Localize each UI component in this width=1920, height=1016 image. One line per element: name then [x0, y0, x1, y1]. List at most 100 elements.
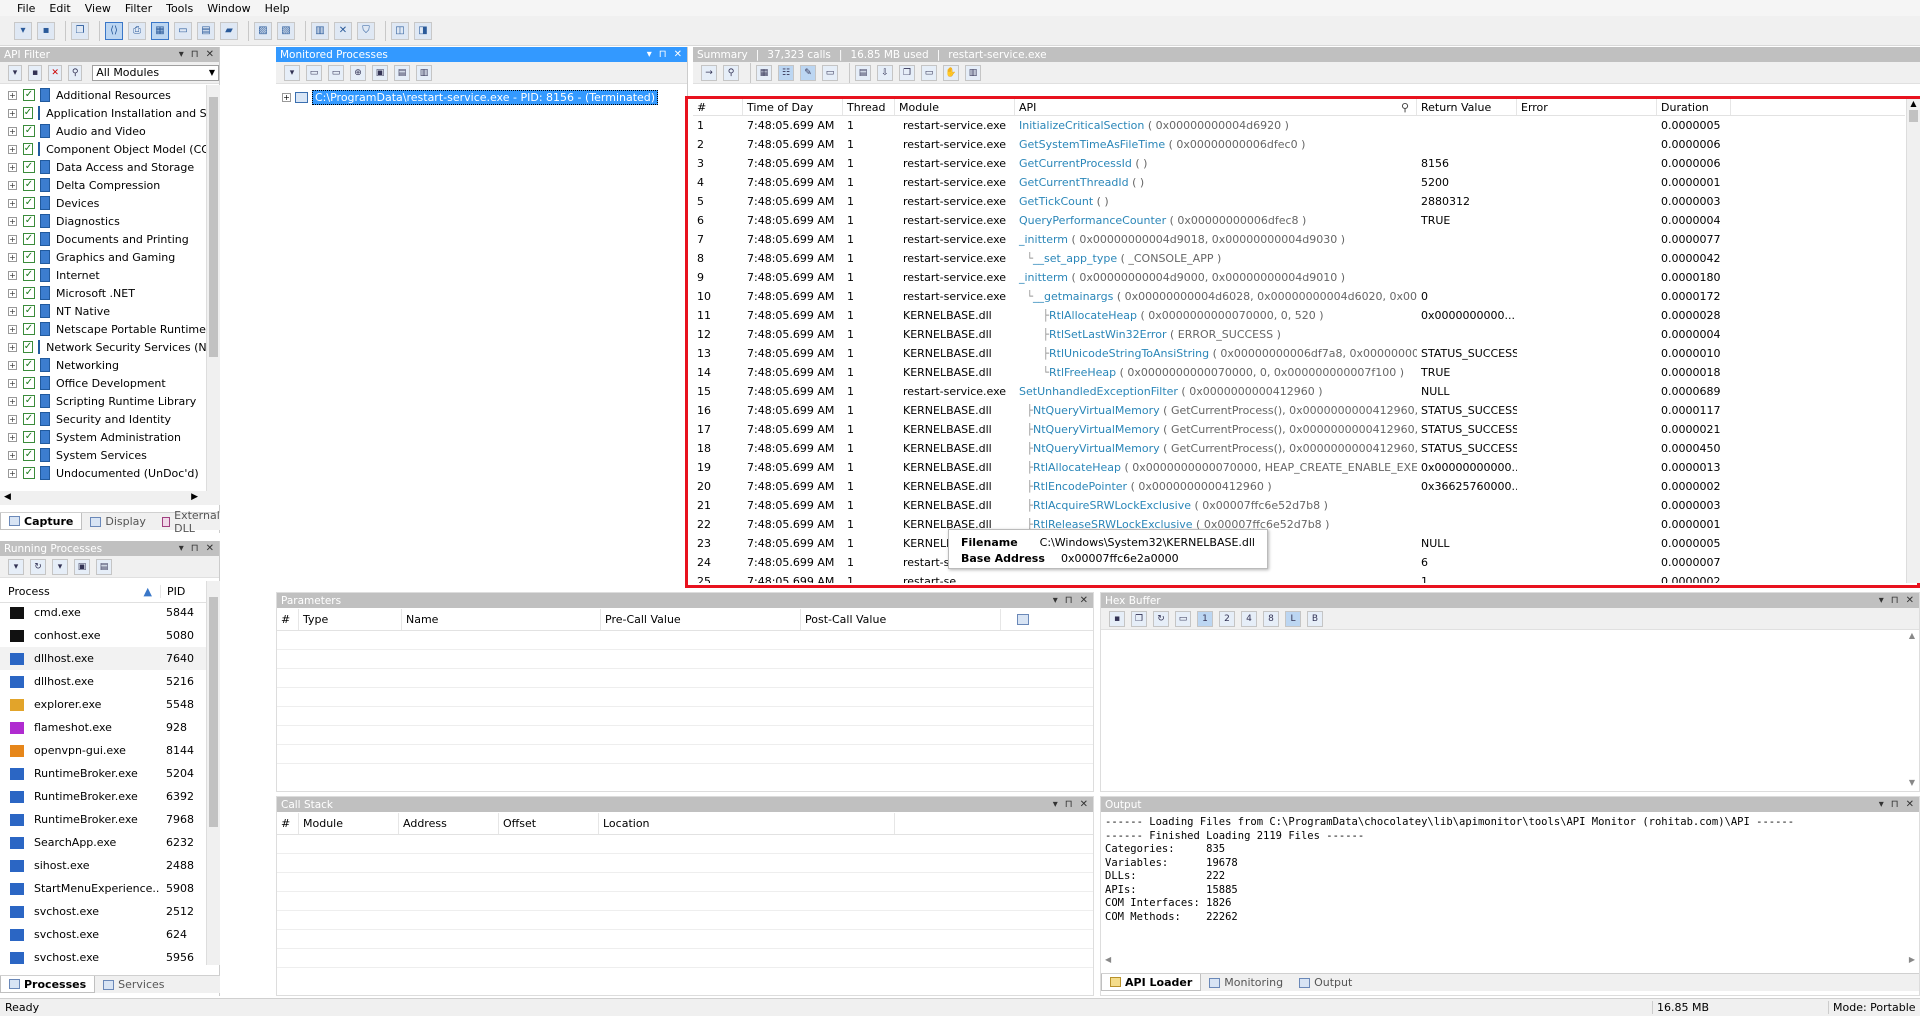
script-icon[interactable]: ◨	[414, 21, 432, 40]
api-name[interactable]: _initterm	[1019, 233, 1068, 246]
api-name[interactable]: GetCurrentProcessId	[1019, 157, 1132, 170]
tab-monitoring[interactable]: Monitoring	[1201, 974, 1291, 991]
call-row[interactable]: 16 7:48:05.699 AM 1 KERNELBASE.dll ├NtQueryV…	[693, 401, 1905, 420]
process-row[interactable]: flameshot.exe 928	[0, 716, 206, 739]
expand-icon[interactable]: +	[8, 216, 17, 226]
process-row[interactable]: explorer.exe 5548	[0, 693, 206, 716]
paste-icon[interactable]: ▭	[921, 64, 937, 81]
columns-icon[interactable]: ▦	[756, 64, 772, 81]
expand-icon[interactable]: +	[8, 306, 17, 316]
expand-icon[interactable]: +	[8, 198, 17, 208]
process-row[interactable]: RuntimeBroker.exe 6392	[0, 785, 206, 808]
checkbox-checked-icon[interactable]: ✓	[23, 323, 35, 335]
goto-icon[interactable]: →	[701, 64, 717, 81]
api-category-item[interactable]: + ✓ Scripting Runtime Library	[0, 392, 206, 410]
calls-col-0[interactable]: #	[693, 99, 743, 115]
save-icon[interactable]: ▪	[1109, 610, 1125, 627]
api-name[interactable]: RtlFreeHeap	[1049, 366, 1116, 379]
api-category-item[interactable]: + ✓ Devices	[0, 194, 206, 212]
call-row[interactable]: 1 7:48:05.699 AM 1 restart-service.exe Initi…	[693, 116, 1905, 135]
expand-icon[interactable]: +	[8, 396, 17, 406]
expand-icon[interactable]: +	[8, 234, 17, 244]
tab-processes[interactable]: Processes	[0, 976, 96, 993]
expand-icon[interactable]: +	[8, 180, 17, 190]
new-process-icon[interactable]: ▾	[284, 64, 300, 81]
api-name[interactable]: RtlAllocateHeap	[1033, 461, 1121, 474]
checkbox-checked-icon[interactable]: ✓	[23, 359, 35, 371]
checkbox-checked-icon[interactable]: ✓	[23, 89, 35, 101]
panel-icon[interactable]: ▭	[822, 64, 838, 81]
layout-icon[interactable]: ▦	[151, 21, 169, 40]
call-row[interactable]: 8 7:48:05.699 AM 1 restart-service.exe └__se…	[693, 249, 1905, 268]
call-api[interactable]: QueryPerformanceCounter ( 0x00000000006d…	[1015, 214, 1417, 227]
api-name[interactable]: InitializeCriticalSection	[1019, 119, 1144, 132]
expand-icon[interactable]: +	[8, 162, 17, 172]
api-category-item[interactable]: + ✓ Documents and Printing	[0, 230, 206, 248]
disabled-icon[interactable]: ▧	[277, 21, 295, 40]
checkbox-checked-icon[interactable]: ✓	[23, 431, 35, 443]
stack-col-location[interactable]: Location	[599, 813, 895, 834]
calls-col-7[interactable]: Duration	[1657, 99, 1731, 115]
checkbox-checked-icon[interactable]: ✓	[22, 107, 34, 119]
pane-menu-icon[interactable]: ▾	[1053, 595, 1058, 606]
calls-col-5[interactable]: Return Value	[1417, 99, 1517, 115]
api-name[interactable]: RtlEncodePointer	[1033, 480, 1127, 493]
calls-scrollbar[interactable]: ▲	[1906, 99, 1920, 583]
close-icon[interactable]: ✕	[1080, 595, 1088, 606]
process-row[interactable]: dllhost.exe 5216	[0, 670, 206, 693]
api-name[interactable]: RtlAcquireSRWLockExclusive	[1033, 499, 1191, 512]
table-icon[interactable]: ▥	[311, 21, 329, 40]
hex-scrollbar[interactable]: ▲ ▼	[1905, 631, 1919, 791]
checkbox-checked-icon[interactable]: ✓	[23, 233, 35, 245]
api-name[interactable]: NtQueryVirtualMemory	[1033, 423, 1160, 436]
checkbox-checked-icon[interactable]: ✓	[23, 449, 35, 461]
call-row[interactable]: 14 7:48:05.699 AM 1 KERNELBASE.dll └RtlFree…	[693, 363, 1905, 382]
call-row[interactable]: 18 7:48:05.699 AM 1 KERNELBASE.dll ├NtQueryV…	[693, 439, 1905, 458]
expand-icon[interactable]: +	[8, 288, 17, 298]
tab-capture[interactable]: Capture	[0, 513, 83, 530]
call-api[interactable]: ├RtlAllocateHeap ( 0x0000000000070000, H…	[1015, 461, 1417, 474]
api-name[interactable]: NtQueryVirtualMemory	[1033, 404, 1160, 417]
process-row[interactable]: conhost.exe 5080	[0, 624, 206, 647]
checkbox-checked-icon[interactable]: ✓	[22, 341, 34, 353]
process-scrollbar[interactable]	[206, 581, 220, 965]
process-row[interactable]: RuntimeBroker.exe 5204	[0, 762, 206, 785]
tree-view-icon[interactable]: ☷	[778, 64, 794, 81]
call-row[interactable]: 12 7:48:05.699 AM 1 KERNELBASE.dll ├RtlSetL…	[693, 325, 1905, 344]
pin-icon[interactable]: ⊓	[191, 49, 199, 60]
hook-icon[interactable]: ▣	[372, 64, 388, 81]
copy-icon[interactable]: ❐	[71, 21, 89, 40]
api-name[interactable]: RtlAllocateHeap	[1049, 309, 1137, 322]
expand-icon[interactable]: +	[8, 126, 17, 136]
api-category-item[interactable]: + ✓ Networking	[0, 356, 206, 374]
expand-icon[interactable]: +	[8, 360, 17, 370]
menu-edit[interactable]: Edit	[49, 2, 78, 15]
param-col-pre[interactable]: Pre-Call Value	[601, 609, 801, 630]
tree-horizontal-scrollbar[interactable]: ◀ ▶	[0, 491, 220, 505]
refresh-icon[interactable]: ↻	[1153, 610, 1169, 627]
api-category-item[interactable]: + ✓ Delta Compression	[0, 176, 206, 194]
expand-icon[interactable]: +	[8, 270, 17, 280]
checkbox-checked-icon[interactable]: ✓	[22, 143, 34, 155]
target-icon[interactable]: ⊕	[350, 64, 366, 81]
process-row[interactable]: svchost.exe 624	[0, 923, 206, 946]
clear-icon[interactable]: ▥	[416, 64, 432, 81]
pane-menu-icon[interactable]: ▾	[1879, 799, 1884, 810]
call-api[interactable]: ├RtlAllocateHeap ( 0x0000000000070000, 0…	[1015, 309, 1417, 322]
tab-display[interactable]: Display	[82, 513, 154, 530]
properties-icon[interactable]: ▤	[96, 558, 112, 575]
api-category-item[interactable]: + ✓ Office Development	[0, 374, 206, 392]
module-select[interactable]: All Modules ▼	[92, 64, 219, 81]
param-col-index[interactable]: #	[277, 609, 299, 630]
close-icon[interactable]: ✕	[1906, 595, 1914, 606]
menu-help[interactable]: Help	[265, 2, 298, 15]
calls-col-6[interactable]: Error	[1517, 99, 1657, 115]
call-api[interactable]: GetSystemTimeAsFileTime ( 0x00000000006d…	[1015, 138, 1417, 151]
checkbox-checked-icon[interactable]: ✓	[23, 269, 35, 281]
call-api[interactable]: └__set_app_type ( _CONSOLE_APP )	[1015, 252, 1417, 265]
window-icon[interactable]: ▭	[174, 21, 192, 40]
refresh-icon[interactable]: ↻	[30, 558, 46, 575]
api-category-item[interactable]: + ✓ Audio and Video	[0, 122, 206, 140]
call-row[interactable]: 6 7:48:05.699 AM 1 restart-service.exe Query…	[693, 211, 1905, 230]
filter-icon[interactable]: ▨	[254, 21, 272, 40]
